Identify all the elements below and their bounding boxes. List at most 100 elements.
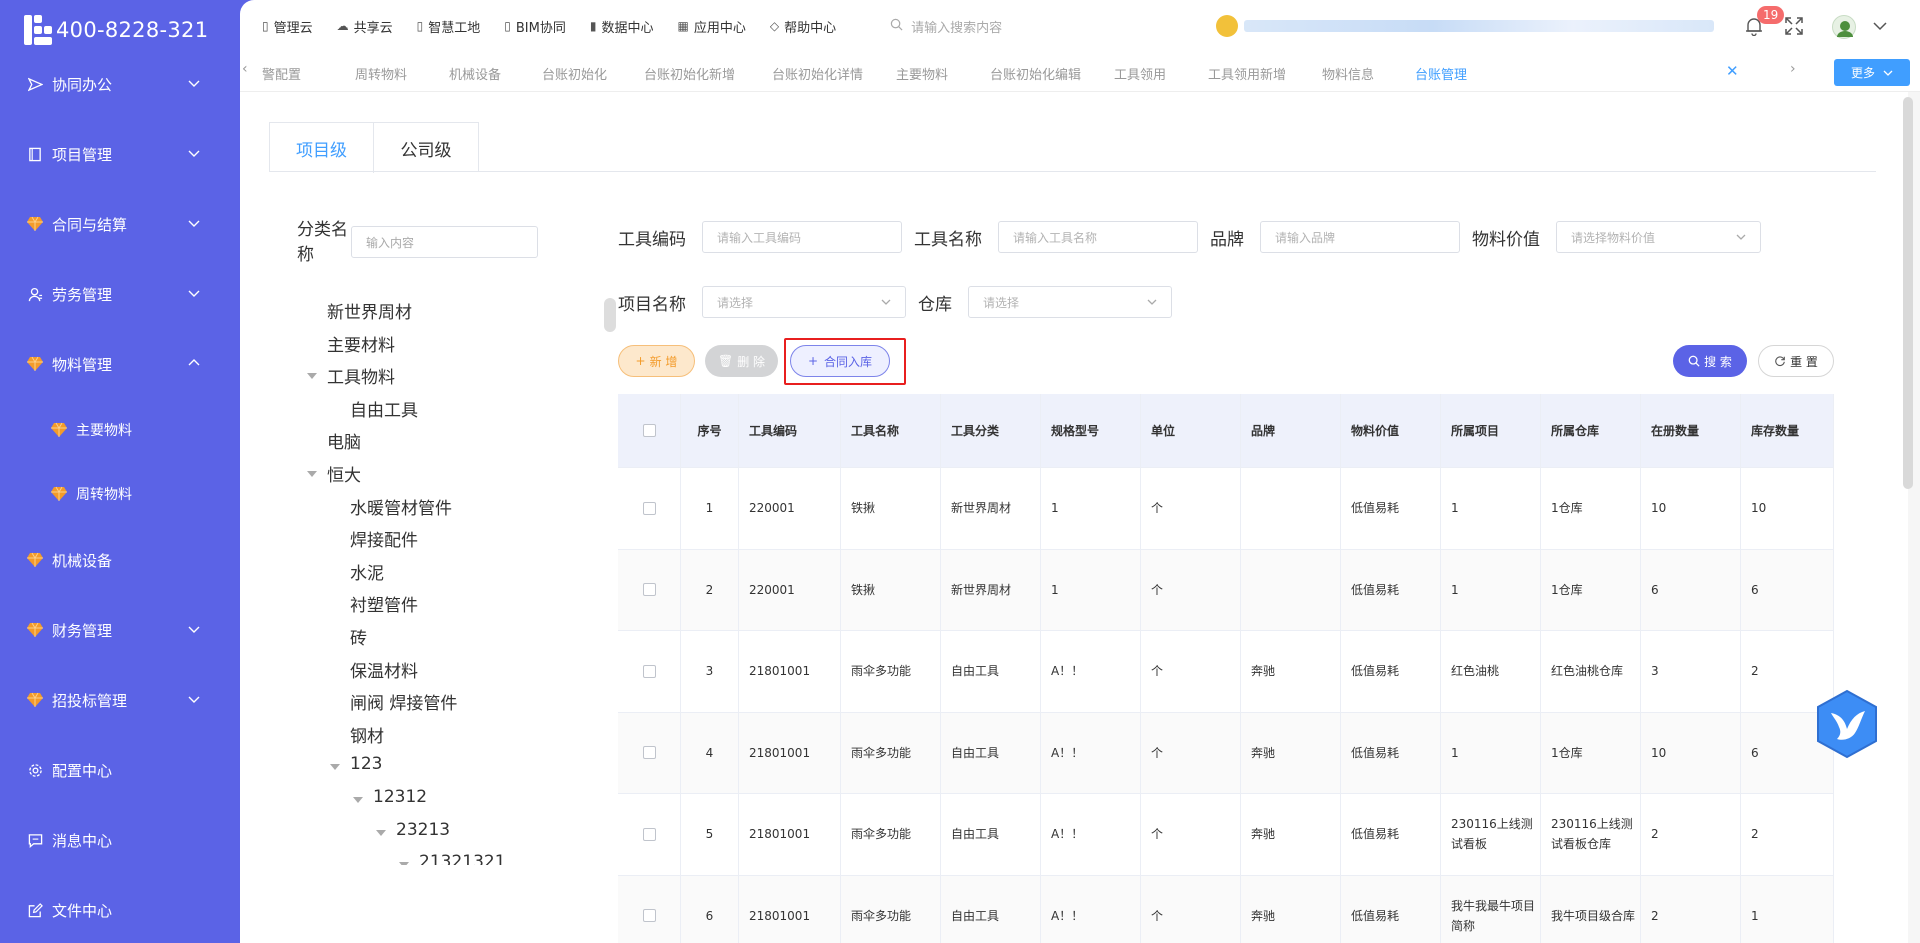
close-tab-icon[interactable]: ✕ xyxy=(1726,62,1739,80)
column-header[interactable]: 物料价值 xyxy=(1341,394,1441,467)
column-header[interactable]: 序号 xyxy=(681,394,739,467)
chevron-down-icon[interactable] xyxy=(1872,18,1888,34)
page-scrollbar[interactable] xyxy=(1903,97,1913,489)
tab-6[interactable]: 主要物料 xyxy=(896,64,948,83)
sidebar-item-11[interactable]: 消息中心 xyxy=(0,820,240,860)
table-row[interactable]: 4 21801001 雨伞多功能 自由工具 A！！个奔驰 低值易耗 1 1仓库 10 6 xyxy=(618,712,1834,794)
tab-8[interactable]: 工具领用 xyxy=(1114,64,1166,83)
top-search[interactable]: 请输入搜索内容 xyxy=(890,17,1002,36)
column-header[interactable]: 所属项目 xyxy=(1441,394,1541,467)
sidebar-item-3[interactable]: 劳务管理 xyxy=(0,274,240,314)
column-header[interactable]: 工具编码 xyxy=(739,394,841,467)
sidebar-item-10[interactable]: 配置中心 xyxy=(0,750,240,790)
sidebar-item-4[interactable]: 物料管理 xyxy=(0,344,240,384)
reset-button[interactable]: 重 置 xyxy=(1758,345,1834,377)
caret-down-icon[interactable] xyxy=(307,373,317,380)
topnav-item-1[interactable]: ☁ 共享云 xyxy=(337,17,393,36)
row-checkbox[interactable] xyxy=(642,746,656,760)
row-checkbox[interactable] xyxy=(642,827,656,841)
tree-node[interactable]: 闸阀 焊接管件 xyxy=(350,689,457,714)
topnav-item-2[interactable]: ▯ 智慧工地 xyxy=(417,17,481,36)
row-checkbox[interactable] xyxy=(642,909,656,923)
floating-assistant-icon[interactable] xyxy=(1815,689,1879,759)
sidebar-item-0[interactable]: 协同办公 xyxy=(0,64,240,104)
caret-down-icon[interactable] xyxy=(330,764,340,771)
caret-down-icon[interactable] xyxy=(399,862,409,865)
tree-node[interactable]: 砖 xyxy=(350,624,367,649)
tree-node[interactable]: 23213 xyxy=(396,820,450,840)
caret-down-icon[interactable] xyxy=(353,797,363,803)
topnav-item-5[interactable]: ▦ 应用中心 xyxy=(677,17,745,36)
tree-scrollbar[interactable] xyxy=(604,298,616,332)
tool-code-input[interactable]: 请输入工具编码 xyxy=(702,221,902,253)
tree-node[interactable]: 12312 xyxy=(373,787,427,807)
tree-node[interactable]: 保温材料 xyxy=(350,657,418,682)
delete-button[interactable]: 🗑 删 除 xyxy=(705,345,778,377)
top-search-input[interactable]: 请输入搜索内容 xyxy=(911,17,1002,36)
caret-down-icon[interactable] xyxy=(307,471,317,477)
table-row[interactable]: 5 21801001 雨伞多功能 自由工具 A！！个奔驰 低值易耗 230116上线测试看板… xyxy=(618,794,1834,876)
tree-node[interactable]: 水暖管材管件 xyxy=(350,494,452,519)
column-header[interactable]: 在册数量 xyxy=(1641,394,1741,467)
row-checkbox[interactable] xyxy=(642,501,656,515)
tab-2[interactable]: 机械设备 xyxy=(449,64,501,83)
fullscreen-icon[interactable] xyxy=(1784,16,1804,36)
more-button[interactable]: 更多 xyxy=(1834,59,1910,86)
column-header[interactable]: 工具分类 xyxy=(941,394,1041,467)
tab-10[interactable]: 物料信息 xyxy=(1322,64,1374,83)
tab-0[interactable]: 警配置 xyxy=(262,64,301,83)
tab-project-level[interactable]: 项目级 xyxy=(270,123,374,173)
tab-7[interactable]: 台账初始化编辑 xyxy=(990,64,1081,83)
tree-node[interactable]: 新世界周材 xyxy=(327,298,412,323)
select-all-checkbox[interactable] xyxy=(642,424,656,437)
topnav-item-0[interactable]: ▯ 管理云 xyxy=(262,17,313,36)
tabs-scroll-left-icon[interactable]: ‹ xyxy=(242,61,248,77)
row-checkbox[interactable] xyxy=(642,664,656,678)
table-row[interactable]: 2 220001 铁揪 新世界周材 1 个低值易耗 1 1仓库 6 6 xyxy=(618,549,1834,631)
column-header[interactable]: 工具名称 xyxy=(841,394,941,467)
column-header[interactable]: 规格型号 xyxy=(1041,394,1141,467)
tab-11[interactable]: 台账管理 xyxy=(1415,64,1467,83)
tabs-scroll-right-icon[interactable]: › xyxy=(1790,61,1796,77)
sidebar-item-2[interactable]: 合同与结算 xyxy=(0,204,240,244)
table-row[interactable]: 6 21801001 雨伞多功能 自由工具 A！！个奔驰 低值易耗 我牛我最牛项目简称 我牛项… xyxy=(618,875,1834,943)
table-row[interactable]: 3 21801001 雨伞多功能 自由工具 A！！个奔驰 低值易耗 红色油桃 红色油桃仓库 3 2 xyxy=(618,631,1834,713)
tree-node[interactable]: 衬塑管件 xyxy=(350,591,418,616)
tree-node[interactable]: 恒大 xyxy=(327,461,361,486)
sidebar-item-12[interactable]: 文件中心 xyxy=(0,890,240,930)
tool-name-input[interactable]: 请输入工具名称 xyxy=(998,221,1198,253)
tree-node[interactable]: 主要材料 xyxy=(327,331,395,356)
tree-node[interactable]: 钢材 xyxy=(350,722,384,747)
tree-node[interactable]: 电脑 xyxy=(327,428,361,453)
sidebar-item-8[interactable]: 财务管理 xyxy=(0,610,240,650)
table-row[interactable]: 1 220001 铁揪 新世界周材 1 个低值易耗 1 1仓库 10 10 xyxy=(618,468,1834,550)
tree-node[interactable]: 焊接配件 xyxy=(350,526,418,551)
caret-down-icon[interactable] xyxy=(376,829,386,836)
topnav-item-6[interactable]: ◇ 帮助中心 xyxy=(770,17,836,36)
row-checkbox[interactable] xyxy=(642,583,656,597)
tab-5[interactable]: 台账初始化详情 xyxy=(772,64,863,83)
warehouse-select[interactable]: 请选择 xyxy=(968,286,1172,318)
topnav-item-4[interactable]: ▮ 数据中心 xyxy=(590,17,654,36)
sidebar-item-1[interactable]: 项目管理 xyxy=(0,134,240,174)
topnav-item-3[interactable]: ▯ BIM协同 xyxy=(504,17,566,36)
column-header[interactable]: 单位 xyxy=(1141,394,1241,467)
column-header[interactable]: 品牌 xyxy=(1241,394,1341,467)
tab-4[interactable]: 台账初始化新增 xyxy=(644,64,735,83)
column-header[interactable]: 库存数量 xyxy=(1741,394,1834,467)
sidebar-item-6[interactable]: 周转物料 xyxy=(0,474,240,514)
category-search-input[interactable]: 输入内容 xyxy=(351,226,538,258)
tree-node[interactable]: 21321321 xyxy=(419,852,506,865)
search-button[interactable]: 搜 索 xyxy=(1673,345,1747,377)
material-value-select[interactable]: 请选择物料价值 xyxy=(1556,221,1761,253)
tab-1[interactable]: 周转物料 xyxy=(355,64,407,83)
tab-9[interactable]: 工具领用新增 xyxy=(1208,64,1286,83)
add-button[interactable]: + 新 增 xyxy=(618,345,695,377)
tree-node[interactable]: 123 xyxy=(350,754,382,774)
sidebar-item-7[interactable]: 机械设备 xyxy=(0,540,240,580)
column-header[interactable]: 所属仓库 xyxy=(1541,394,1641,467)
tab-3[interactable]: 台账初始化 xyxy=(542,64,607,83)
project-name-select[interactable]: 请选择 xyxy=(702,286,906,318)
sidebar-item-5[interactable]: 主要物料 xyxy=(0,410,240,450)
sidebar-item-9[interactable]: 招投标管理 xyxy=(0,680,240,720)
